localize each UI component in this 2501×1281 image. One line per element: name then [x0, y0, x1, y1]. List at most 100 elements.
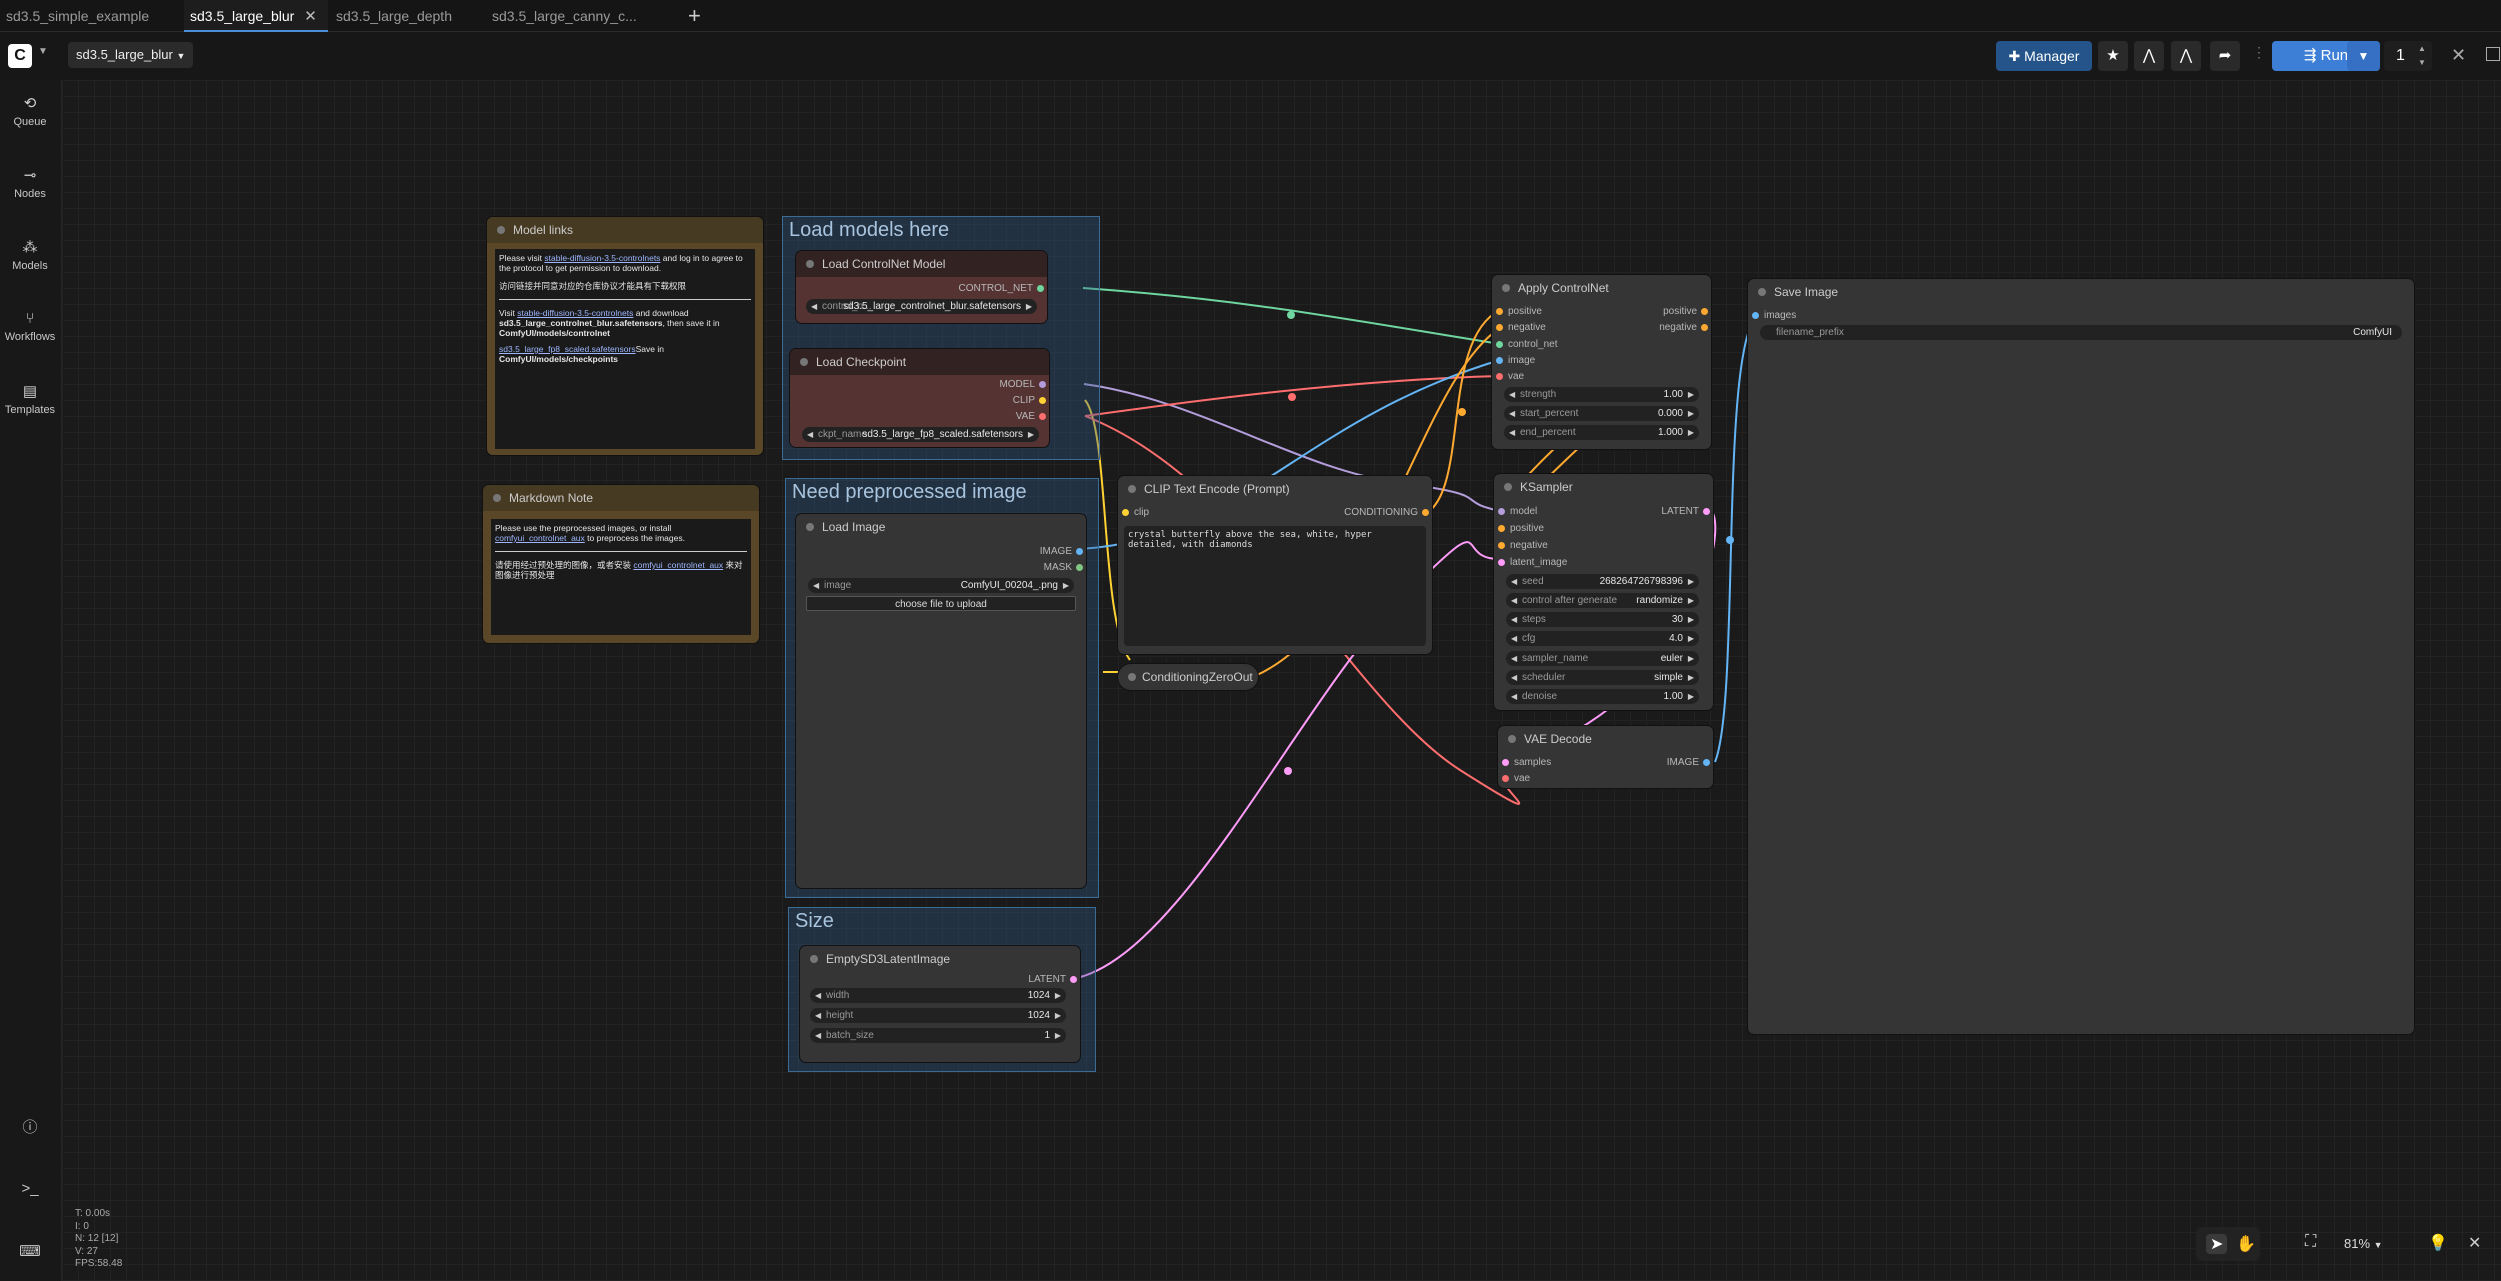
ckpt-name-widget[interactable]: ◀ ckpt_name sd3.5_large_fp8_scaled.safeten…	[802, 427, 1039, 442]
lightbulb-icon[interactable]: 💡	[2428, 1233, 2448, 1253]
link[interactable]: stable-diffusion-3.5-controlnets	[544, 253, 660, 263]
end-percent-widget[interactable]: ◀ end_percent 1.000 ▶	[1504, 425, 1699, 440]
input-pin[interactable]	[1496, 324, 1503, 331]
output-pin[interactable]	[1701, 308, 1708, 315]
height-widget[interactable]: ◀ height 1024 ▶	[810, 1008, 1066, 1023]
node-vae-decode[interactable]: VAE Decode samples vae IMAGE	[1498, 726, 1713, 788]
arrow-left-icon[interactable]: ◀	[1509, 406, 1515, 421]
node-conditioning-zero-out[interactable]: ConditioningZeroOut	[1118, 664, 1258, 690]
node-model-links[interactable]: Model links Please visit stable-diffusio…	[487, 217, 763, 455]
arrow-left-icon[interactable]: ◀	[1511, 631, 1517, 646]
arrow-right-icon[interactable]: ▶	[1055, 1008, 1061, 1023]
image-select-widget[interactable]: ◀ image ComfyUI_00204_.png ▶	[808, 578, 1074, 593]
arrow-right-icon[interactable]: ▶	[1688, 689, 1694, 704]
zoom-control[interactable]: 81% ▼	[2344, 1236, 2383, 1251]
output-pin[interactable]	[1070, 976, 1077, 983]
output-pin[interactable]	[1076, 564, 1083, 571]
collapse-dot-icon[interactable]	[497, 226, 505, 234]
input-pin[interactable]	[1496, 341, 1503, 348]
node-load-controlnet[interactable]: Load ControlNet Model CONTROL_NET ◀ contr…	[796, 251, 1047, 323]
arrow-left-icon[interactable]: ◀	[815, 1008, 821, 1023]
link[interactable]: stable-diffusion-3.5-controlnets	[517, 308, 633, 318]
scheduler-widget[interactable]: ◀ scheduler simple ▶	[1506, 670, 1699, 685]
control-after-generate-widget[interactable]: ◀ control after generate randomize ▶	[1506, 593, 1699, 608]
output-pin[interactable]	[1076, 548, 1083, 555]
arrow-right-icon[interactable]: ▶	[1688, 406, 1694, 421]
output-pin[interactable]	[1037, 285, 1044, 292]
collapse-dot-icon[interactable]	[1504, 483, 1512, 491]
arrow-left-icon[interactable]: ◀	[811, 299, 817, 314]
input-pin[interactable]	[1496, 357, 1503, 364]
node-ksampler[interactable]: KSampler model positive negative latent_…	[1494, 474, 1713, 710]
output-pin[interactable]	[1703, 759, 1710, 766]
controlnet-name-widget[interactable]: ◀ control_n... sd3.5_large_controlnet_blur…	[806, 299, 1037, 314]
seed-widget[interactable]: ◀ seed 268264726798396 ▶	[1506, 574, 1699, 589]
node-markdown-note[interactable]: Markdown Note Please use the preprocesse…	[483, 485, 759, 643]
collapse-dot-icon[interactable]	[1128, 485, 1136, 493]
link-visibility-icon[interactable]: ✕	[2468, 1233, 2481, 1253]
input-pin[interactable]	[1502, 775, 1509, 782]
input-pin[interactable]	[1498, 525, 1505, 532]
arrow-right-icon[interactable]: ▶	[1688, 387, 1694, 402]
output-pin[interactable]	[1703, 508, 1710, 515]
filename-prefix-widget[interactable]: filename_prefix ComfyUI	[1760, 325, 2402, 340]
collapse-dot-icon[interactable]	[1508, 735, 1516, 743]
arrow-right-icon[interactable]: ▶	[1026, 299, 1032, 314]
input-pin[interactable]	[1498, 559, 1505, 566]
fit-view-icon[interactable]: ⛶	[2305, 1233, 2316, 1251]
collapse-dot-icon[interactable]	[1758, 288, 1766, 296]
arrow-right-icon[interactable]: ▶	[1688, 574, 1694, 589]
arrow-right-icon[interactable]: ▶	[1055, 1028, 1061, 1043]
denoise-widget[interactable]: ◀ denoise 1.00 ▶	[1506, 689, 1699, 704]
arrow-right-icon[interactable]: ▶	[1688, 651, 1694, 666]
select-cursor-icon[interactable]: ➤	[2206, 1234, 2228, 1254]
arrow-left-icon[interactable]: ◀	[1511, 689, 1517, 704]
input-pin[interactable]	[1498, 508, 1505, 515]
collapse-dot-icon[interactable]	[806, 523, 814, 531]
arrow-left-icon[interactable]: ◀	[1511, 574, 1517, 589]
collapse-dot-icon[interactable]	[1128, 673, 1136, 681]
arrow-right-icon[interactable]: ▶	[1688, 425, 1694, 440]
arrow-right-icon[interactable]: ▶	[1688, 612, 1694, 627]
width-widget[interactable]: ◀ width 1024 ▶	[810, 988, 1066, 1003]
input-pin[interactable]	[1496, 308, 1503, 315]
collapse-dot-icon[interactable]	[810, 955, 818, 963]
arrow-left-icon[interactable]: ◀	[1511, 670, 1517, 685]
arrow-left-icon[interactable]: ◀	[1511, 593, 1517, 608]
hand-pan-icon[interactable]: ✋	[2236, 1234, 2256, 1254]
node-apply-controlnet[interactable]: Apply ControlNet positive negative contr…	[1492, 275, 1711, 449]
collapse-dot-icon[interactable]	[806, 260, 814, 268]
arrow-left-icon[interactable]: ◀	[1509, 425, 1515, 440]
steps-widget[interactable]: ◀ steps 30 ▶	[1506, 612, 1699, 627]
cfg-widget[interactable]: ◀ cfg 4.0 ▶	[1506, 631, 1699, 646]
node-clip-text-encode[interactable]: CLIP Text Encode (Prompt) clip CONDITION…	[1118, 476, 1432, 654]
strength-widget[interactable]: ◀ strength 1.00 ▶	[1504, 387, 1699, 402]
batch-size-widget[interactable]: ◀ batch_size 1 ▶	[810, 1028, 1066, 1043]
output-pin[interactable]	[1039, 413, 1046, 420]
arrow-right-icon[interactable]: ▶	[1028, 427, 1034, 442]
arrow-left-icon[interactable]: ◀	[1511, 612, 1517, 627]
node-empty-latent[interactable]: EmptySD3LatentImage LATENT ◀ width 1024 ▶ ◀…	[800, 946, 1080, 1062]
input-pin[interactable]	[1498, 542, 1505, 549]
sampler-name-widget[interactable]: ◀ sampler_name euler ▶	[1506, 651, 1699, 666]
node-load-image[interactable]: Load Image IMAGE MASK ◀ image ComfyUI_0020…	[796, 514, 1086, 888]
arrow-left-icon[interactable]: ◀	[1509, 387, 1515, 402]
start-percent-widget[interactable]: ◀ start_percent 0.000 ▶	[1504, 406, 1699, 421]
arrow-left-icon[interactable]: ◀	[1511, 651, 1517, 666]
arrow-right-icon[interactable]: ▶	[1063, 578, 1069, 593]
collapse-dot-icon[interactable]	[1502, 284, 1510, 292]
arrow-right-icon[interactable]: ▶	[1688, 670, 1694, 685]
arrow-left-icon[interactable]: ◀	[813, 578, 819, 593]
input-pin[interactable]	[1752, 312, 1759, 319]
arrow-right-icon[interactable]: ▶	[1688, 593, 1694, 608]
arrow-left-icon[interactable]: ◀	[807, 427, 813, 442]
input-pin[interactable]	[1502, 759, 1509, 766]
arrow-right-icon[interactable]: ▶	[1055, 988, 1061, 1003]
prompt-textarea[interactable]: crystal butterfly above the sea, white, …	[1124, 526, 1426, 646]
node-save-image[interactable]: Save Image images filename_prefix ComfyUI	[1748, 279, 2414, 1034]
link[interactable]: comfyui_controlnet_aux	[633, 560, 723, 570]
link[interactable]: sd3.5_large_fp8_scaled.safetensors	[499, 344, 636, 354]
choose-file-button[interactable]: choose file to upload	[806, 596, 1076, 611]
collapse-dot-icon[interactable]	[493, 494, 501, 502]
input-pin[interactable]	[1122, 509, 1129, 516]
